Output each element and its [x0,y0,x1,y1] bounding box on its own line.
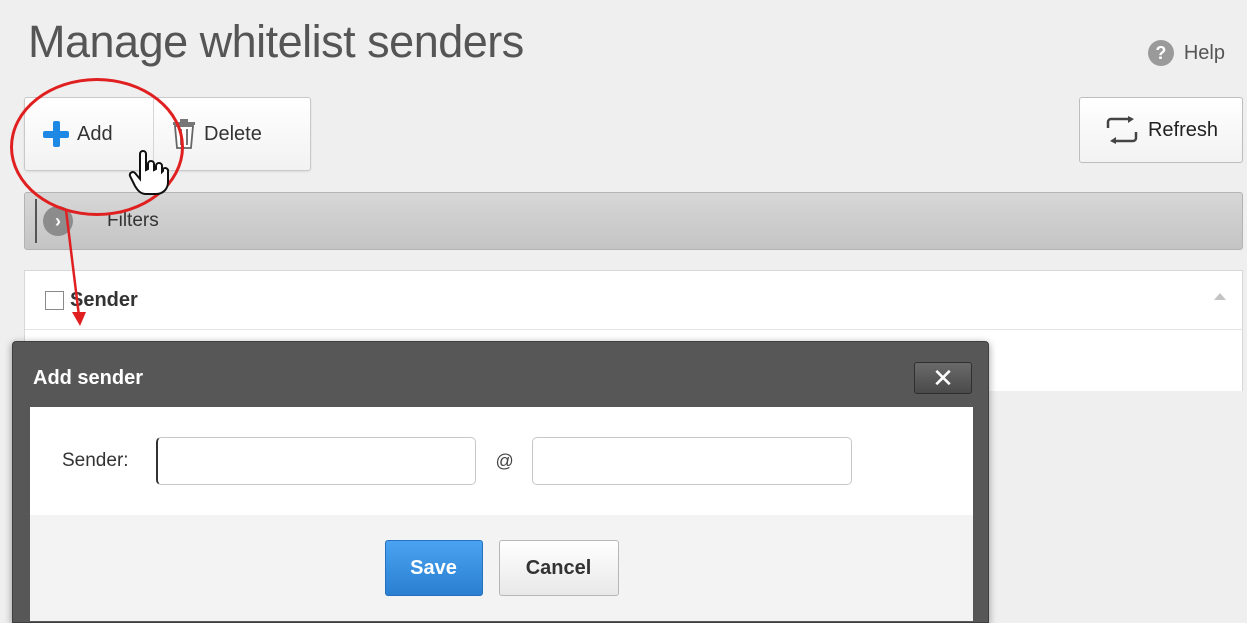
cancel-button[interactable]: Cancel [498,540,619,596]
chevron-right-icon[interactable]: › [43,206,73,236]
delete-button-label: Delete [204,122,262,145]
sender-field-label: Sender: [62,450,129,471]
sender-domain-input[interactable] [531,437,852,485]
save-button[interactable]: Save [384,540,483,596]
filters-label: Filters [107,210,159,231]
grid-header: Sender [25,271,1242,330]
dialog-title: Add sender [33,367,144,389]
refresh-button-label: Refresh [1147,118,1219,141]
toolbar: Add Delete [24,97,311,171]
add-sender-dialog: Add sender ✕ Sender: @ Save Cancel [12,341,989,623]
help-label: Help [1183,41,1225,64]
add-button[interactable]: Add [25,98,154,170]
trash-icon [173,119,195,149]
dialog-footer: Save Cancel [30,515,973,621]
sender-user-input[interactable] [155,437,476,485]
at-symbol: @ [495,450,514,471]
refresh-icon [1106,116,1138,144]
help-link[interactable]: ? Help [1147,40,1225,66]
column-header-sender[interactable]: Sender [70,289,138,312]
select-all-checkbox[interactable] [45,290,64,310]
delete-button[interactable]: Delete [154,98,310,170]
add-button-label: Add [77,122,113,145]
dialog-body: Sender: @ [30,407,973,515]
sort-up-icon[interactable] [1214,293,1226,300]
help-icon: ? [1147,40,1174,66]
close-icon[interactable]: ✕ [914,362,972,394]
filters-divider [35,199,37,243]
page-title: Manage whitelist senders [28,16,524,67]
filters-bar[interactable]: › Filters [24,192,1243,250]
refresh-button[interactable]: Refresh [1079,97,1243,163]
plus-icon [43,121,69,147]
